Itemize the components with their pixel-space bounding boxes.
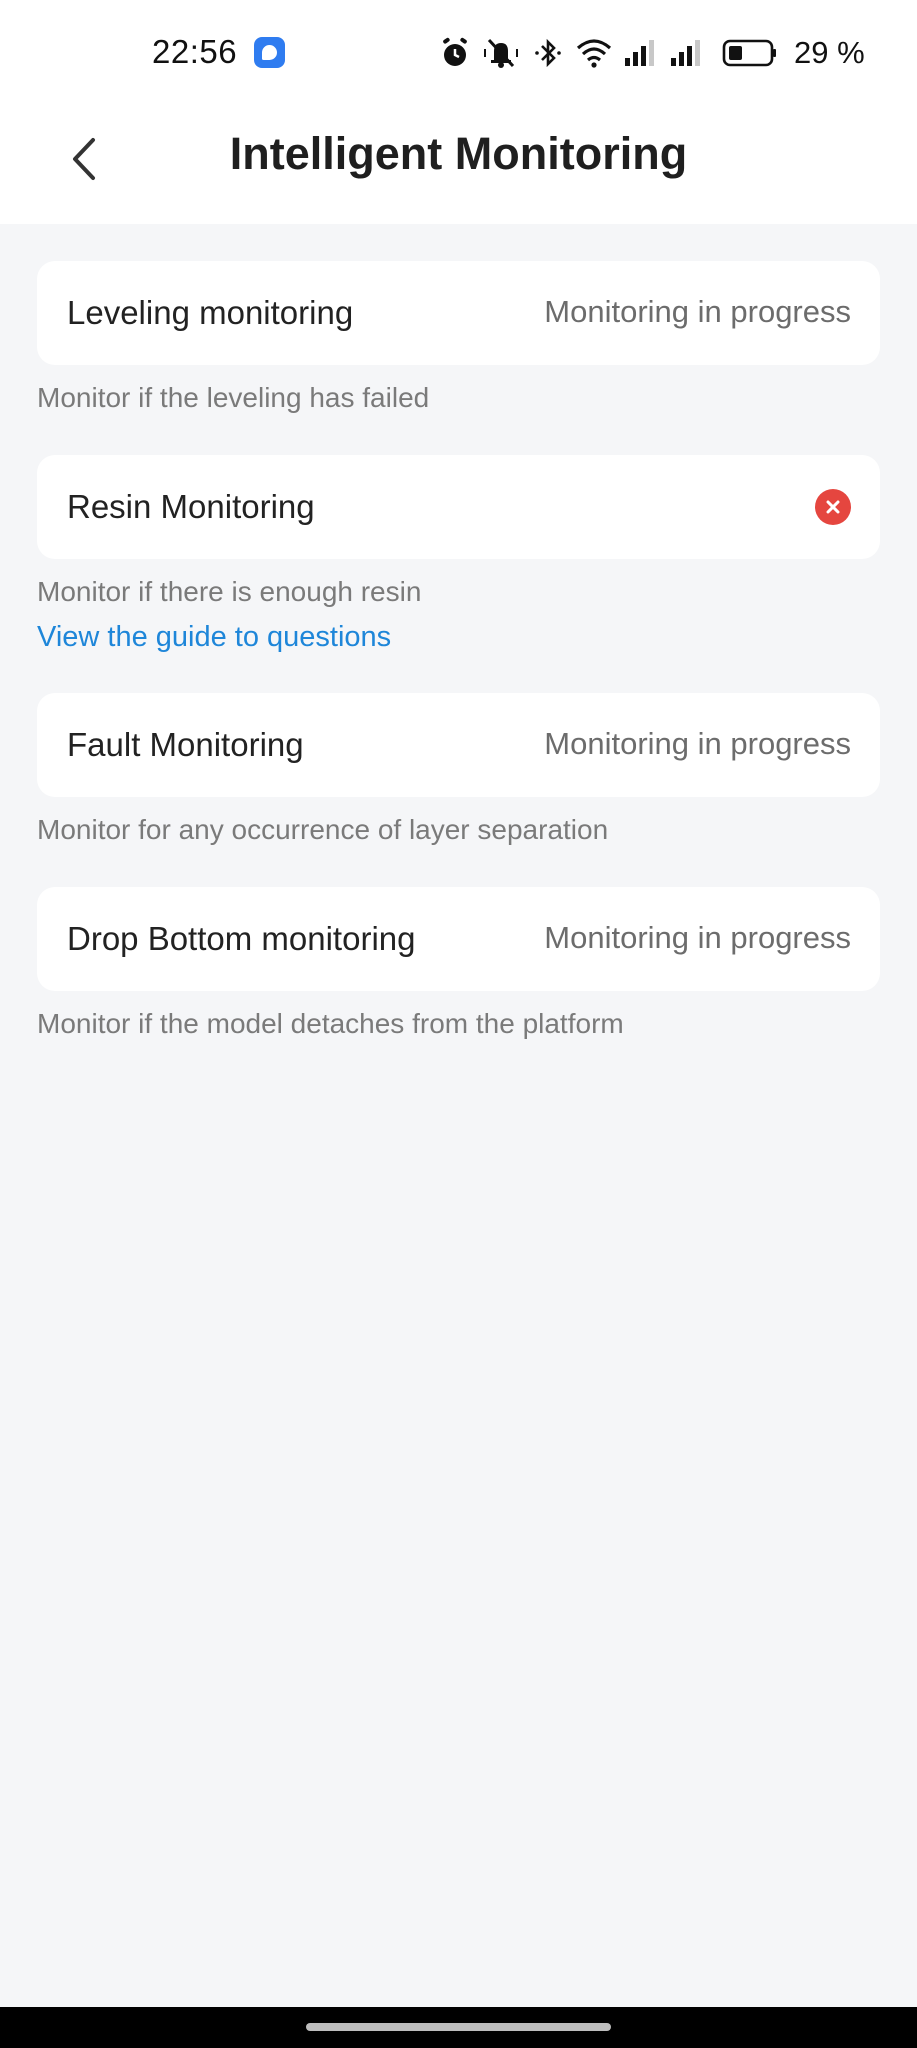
battery-percent: 29 % (794, 35, 865, 70)
item-description: Monitor if there is enough resin (37, 576, 422, 607)
item-label: Resin Monitoring (67, 488, 315, 525)
status-time: 22:56 (152, 33, 238, 70)
header: Intelligent Monitoring (0, 106, 917, 224)
monitoring-item-leveling[interactable]: Leveling monitoring Monitoring in progre… (37, 261, 880, 365)
item-status: Monitoring in progress (544, 726, 851, 761)
item-label: Fault Monitoring (67, 726, 304, 763)
item-description: Monitor for any occurrence of layer sepa… (37, 814, 609, 845)
alarm-icon (443, 37, 467, 66)
monitoring-item-fault[interactable]: Fault Monitoring Monitoring in progress (37, 693, 880, 797)
item-label: Drop Bottom monitoring (67, 920, 416, 957)
mute-icon (484, 38, 518, 68)
signal-icon-2 (671, 40, 700, 66)
item-status: Monitoring in progress (544, 920, 851, 955)
signal-icon (625, 40, 654, 66)
status-bar: 22:56 29 % (0, 0, 917, 106)
home-indicator[interactable] (306, 2023, 611, 2031)
error-x-icon (815, 489, 851, 525)
item-description: Monitor if the leveling has failed (37, 382, 430, 413)
item-status: Monitoring in progress (544, 294, 851, 329)
monitoring-item-drop-bottom[interactable]: Drop Bottom monitoring Monitoring in pro… (37, 887, 880, 991)
wifi-icon (576, 39, 612, 68)
item-description: Monitor if the model detaches from the p… (37, 1008, 624, 1039)
page-title: Intelligent Monitoring (229, 128, 688, 179)
guide-link[interactable]: View the guide to questions (37, 621, 391, 654)
app-notification-icon (254, 37, 285, 68)
navigation-bar (0, 2007, 917, 2048)
item-label: Leveling monitoring (67, 294, 354, 331)
bluetooth-icon (535, 38, 561, 68)
status-icons: 29 % (440, 34, 865, 72)
battery-icon (722, 39, 776, 67)
monitoring-item-resin[interactable]: Resin Monitoring (37, 455, 880, 559)
